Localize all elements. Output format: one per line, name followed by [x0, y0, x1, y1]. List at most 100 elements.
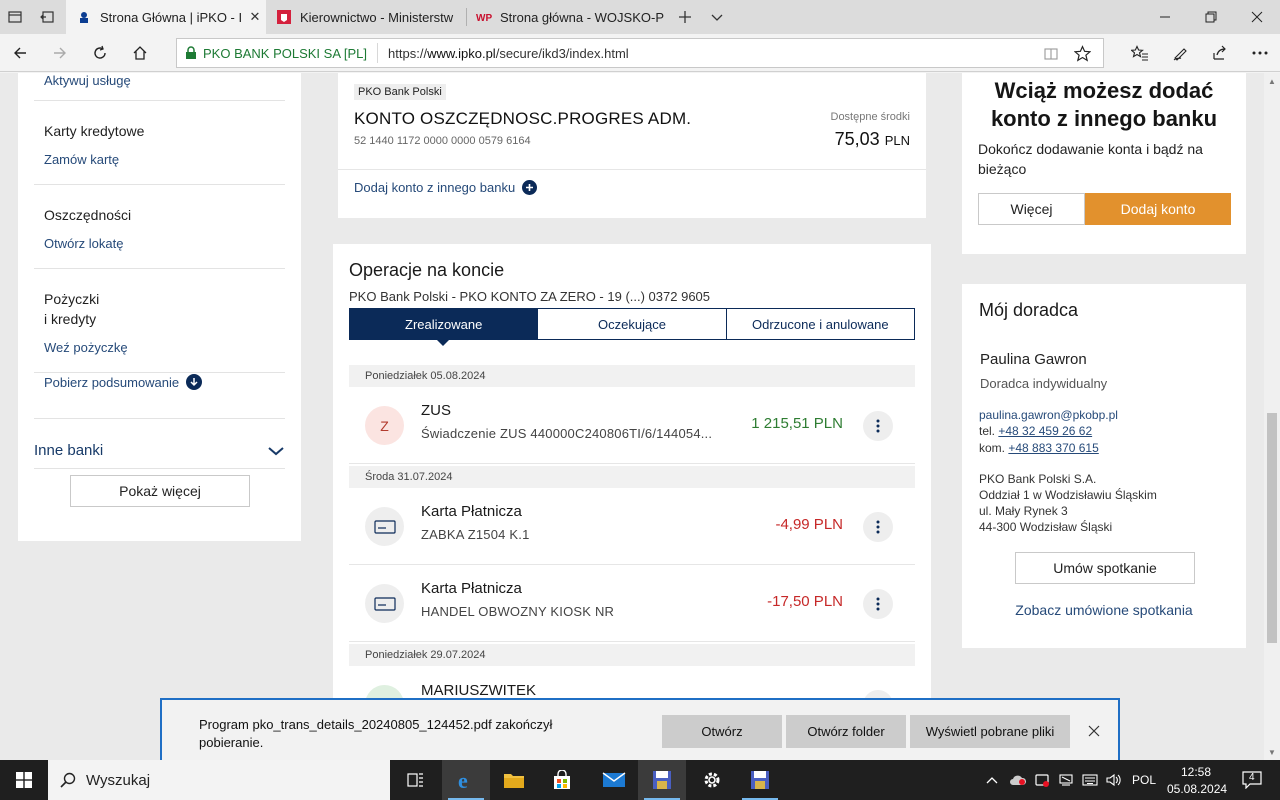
book-meeting-button[interactable]: Umów spotkanie: [1015, 552, 1195, 584]
clock-time[interactable]: 12:58: [1181, 765, 1211, 779]
transaction-menu-icon[interactable]: [863, 589, 893, 619]
tab-title: Strona główna - WOJSKO-P: [500, 9, 664, 25]
activate-service-link[interactable]: Aktywuj usługę: [44, 73, 131, 88]
minimize-icon[interactable]: [1142, 0, 1188, 34]
open-deposit-link[interactable]: Otwórz lokatę: [44, 236, 123, 251]
task-view-icon[interactable]: [392, 760, 440, 800]
menu-block-savings: Oszczędności Otwórz lokatę: [34, 185, 285, 269]
floppy-app-icon[interactable]: [638, 760, 686, 800]
edge-browser-icon[interactable]: e: [442, 760, 490, 800]
view-downloads-button[interactable]: Wyświetl pobrane pliki: [910, 715, 1070, 748]
transaction-row[interactable]: Z ZUS Świadczenie ZUS 440000C240806TI/6/…: [349, 387, 915, 464]
download-summary-link[interactable]: Pobierz podsumowanie: [44, 374, 203, 390]
transaction-menu-icon[interactable]: [863, 411, 893, 441]
windows-start-icon[interactable]: [0, 760, 48, 800]
notification-center-icon[interactable]: 4: [1232, 760, 1272, 800]
store-icon[interactable]: [538, 760, 586, 800]
page-scrollbar[interactable]: ▲ ▼: [1264, 73, 1280, 760]
close-window-icon[interactable]: [1234, 0, 1280, 34]
phone-link[interactable]: +48 32 459 26 62: [998, 424, 1092, 438]
forward-icon[interactable]: [48, 41, 72, 65]
menu-title[interactable]: Oszczędności: [44, 205, 131, 225]
menu-title[interactable]: Pożyczki i kredyty: [44, 289, 99, 329]
download-message: Program pko_trans_details_20240805_12445…: [199, 717, 553, 750]
favorite-star-icon[interactable]: [1073, 45, 1092, 65]
transaction-row[interactable]: Karta Płatnicza ZABKA Z1504 K.1 -4,99 PL…: [349, 488, 915, 565]
set-tabs-aside-icon[interactable]: [36, 6, 58, 28]
tab-wojsko[interactable]: WP Strona główna - WOJSKO-P: [466, 0, 666, 34]
mobile-link[interactable]: +48 883 370 615: [1008, 441, 1098, 455]
more-menu-icon[interactable]: [1248, 41, 1272, 65]
home-icon[interactable]: [128, 41, 152, 65]
plus-icon: [522, 180, 538, 195]
share-icon[interactable]: [1208, 41, 1232, 65]
floppy-app-icon[interactable]: [736, 760, 784, 800]
menu-block-top: Aktywuj usługę: [34, 73, 285, 101]
language-indicator[interactable]: POL: [1132, 773, 1156, 787]
settings-gear-icon[interactable]: [688, 760, 736, 800]
branch-line: ul. Mały Rynek 3: [979, 504, 1068, 518]
url-text[interactable]: https://www.ipko.pl/secure/ikd3/index.ht…: [388, 46, 629, 61]
tab-rejected[interactable]: Odrzucone i anulowane: [727, 309, 914, 339]
tab-completed[interactable]: Zrealizowane: [350, 309, 539, 346]
advisor-email[interactable]: paulina.gawron@pkobp.pl: [979, 408, 1118, 422]
add-external-account-link[interactable]: Dodaj konto z innego banku: [354, 180, 538, 195]
operations-title: Operacje na koncie: [349, 260, 505, 280]
tab-title: Strona Główna | iPKO - I: [100, 9, 243, 25]
tab-ipko[interactable]: Strona Główna | iPKO - I ✕: [66, 0, 266, 34]
restore-icon[interactable]: [1188, 0, 1234, 34]
file-explorer-icon[interactable]: [490, 760, 538, 800]
certificate-indicator[interactable]: PKO BANK POLSKI SA [PL]: [185, 43, 379, 63]
gov-favicon-icon: [276, 9, 292, 25]
refresh-icon[interactable]: [88, 41, 112, 65]
transaction-amount: 1 215,51 PLN: [751, 415, 843, 432]
order-card-link[interactable]: Zamów kartę: [44, 152, 119, 167]
tab-preview-chevron-icon[interactable]: [706, 6, 728, 28]
branch-line: Oddział 1 w Wodzisławiu Śląskim: [979, 488, 1157, 502]
tab-close-icon[interactable]: ✕: [244, 9, 266, 25]
add-external-account-label: Dodaj konto z innego banku: [354, 180, 516, 195]
back-icon[interactable]: [8, 41, 32, 65]
tab-kierownictwo[interactable]: Kierownictwo - Ministerstw: [266, 0, 466, 34]
reading-view-icon[interactable]: [1043, 46, 1059, 65]
wojsko-favicon-icon: WP: [476, 9, 492, 25]
volume-icon[interactable]: [1102, 760, 1126, 800]
transaction-row[interactable]: Karta Płatnicza HANDEL OBWOZNY KIOSK NR …: [349, 565, 915, 642]
tray-chevron-up-icon[interactable]: [980, 760, 1004, 800]
transaction-title: MARIUSZWITEK: [421, 682, 536, 699]
side-menu: Aktywuj usługę Karty kredytowe Zamów kar…: [18, 73, 301, 541]
scroll-down-icon[interactable]: ▼: [1264, 744, 1280, 760]
view-meetings-link[interactable]: Zobacz umówione spotkania: [962, 602, 1246, 618]
onedrive-icon[interactable]: [1006, 760, 1030, 800]
transaction-title: ZUS: [421, 402, 451, 419]
tab-title: Kierownictwo - Ministerstw: [300, 9, 454, 25]
tab-actions-icon[interactable]: [4, 6, 26, 28]
open-file-button[interactable]: Otwórz: [662, 715, 782, 748]
close-icon[interactable]: [1086, 723, 1102, 739]
other-banks-toggle[interactable]: Inne banki: [34, 433, 285, 469]
open-folder-button[interactable]: Otwórz folder: [786, 715, 906, 748]
favorites-hub-icon[interactable]: [1128, 41, 1152, 65]
taskbar-search[interactable]: Wyszukaj: [48, 760, 390, 800]
address-bar[interactable]: PKO BANK POLSKI SA [PL] https://www.ipko…: [176, 38, 1104, 68]
transaction-menu-icon[interactable]: [863, 512, 893, 542]
scroll-thumb[interactable]: [1267, 413, 1277, 643]
take-loan-link[interactable]: Weź pożyczkę: [44, 340, 128, 355]
account-card[interactable]: PKO Bank Polski KONTO OSZCZĘDNOSC.PROGRE…: [338, 73, 926, 218]
web-note-pen-icon[interactable]: [1168, 41, 1192, 65]
tab-pending[interactable]: Oczekujące: [538, 309, 727, 339]
mail-icon[interactable]: [590, 760, 638, 800]
divider: [34, 418, 285, 419]
scroll-up-icon[interactable]: ▲: [1264, 73, 1280, 89]
menu-title[interactable]: Karty kredytowe: [44, 121, 144, 141]
more-button[interactable]: Więcej: [978, 193, 1085, 225]
add-account-button[interactable]: Dodaj konto: [1085, 193, 1231, 225]
clock-date[interactable]: 05.08.2024: [1167, 782, 1227, 796]
show-more-button[interactable]: Pokaż więcej: [70, 475, 250, 507]
network-icon[interactable]: [1054, 760, 1078, 800]
power-icon[interactable]: [1030, 760, 1054, 800]
new-tab-icon[interactable]: [674, 6, 696, 28]
touch-keyboard-icon[interactable]: [1078, 760, 1102, 800]
account-name[interactable]: KONTO OSZCZĘDNOSC.PROGRES ADM.: [354, 109, 691, 129]
chevron-down-icon: [268, 446, 284, 455]
